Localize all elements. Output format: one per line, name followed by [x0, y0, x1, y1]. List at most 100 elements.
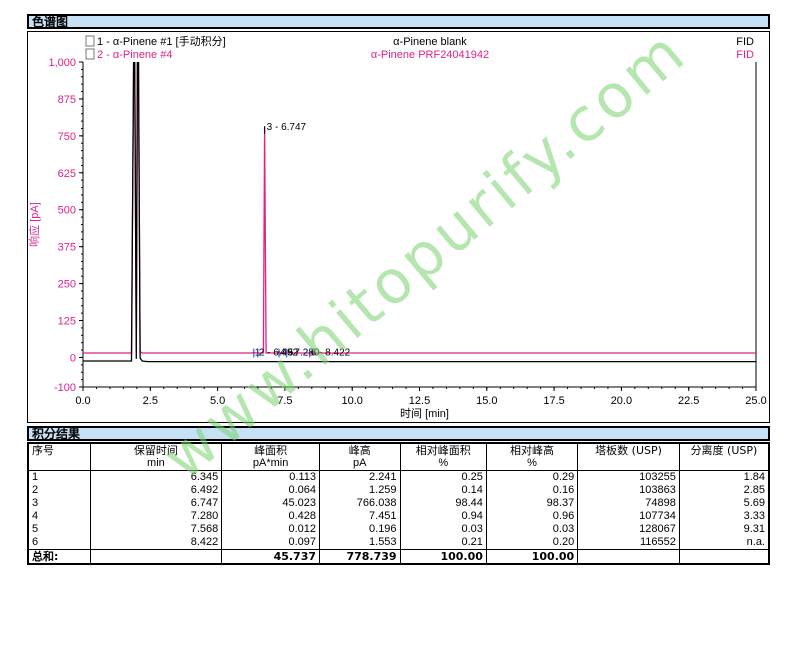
column-unit-6	[577, 457, 680, 471]
table-row: 2 6.492 0.064 1.259 0.14 0.16 103863 2.85	[27, 484, 770, 497]
column-header-6: 塔板数 (USP)	[577, 443, 680, 457]
column-unit-2: pA*min	[221, 457, 321, 471]
column-unit-5: %	[485, 457, 579, 471]
table-cell: 1.259	[319, 484, 401, 497]
legend-series-name-1: 1 - α-Pinene #1 [手动积分]	[97, 34, 226, 48]
table-cell: 1.84	[678, 470, 770, 484]
y-tick-label-9: 1,000	[48, 57, 76, 69]
column-unit-0	[27, 457, 91, 471]
table-row: 5 7.568 0.012 0.196 0.03 0.03 128067 9.31	[27, 523, 770, 536]
table-total-row: 总和: 45.737 778.739 100.00 100.00	[27, 549, 770, 565]
table-cell: 0.14	[399, 484, 487, 497]
table-row: 4 7.280 0.428 7.451 0.94 0.96 107734 3.33	[27, 510, 770, 523]
total-cell	[678, 549, 770, 565]
legend-sample-name-2: α-Pinene PRF24041942	[371, 49, 489, 61]
table-cell: 0.94	[399, 510, 487, 523]
table-cell: n.a.	[678, 536, 770, 550]
y-tick-label-2: 125	[58, 316, 76, 328]
table-row: 6 8.422 0.097 1.553 0.21 0.20 116552 n.a.	[27, 536, 770, 550]
column-header-5: 相对峰高	[485, 443, 579, 457]
table-cell: 6.747	[89, 497, 223, 510]
peak-label-5: 5	[288, 348, 294, 359]
table-row: 3 6.747 45.023 766.038 98.44 98.37 74898 5.69	[27, 497, 770, 510]
total-cell: 45.737	[221, 549, 321, 565]
table-cell: 4	[27, 510, 91, 523]
series-line-2	[83, 62, 756, 354]
y-tick-label-4: 375	[58, 242, 76, 254]
x-axis-label: 时间 [min]	[400, 407, 449, 420]
table-cell: 2	[27, 484, 91, 497]
column-header-0: 序号	[27, 443, 91, 457]
column-header-2: 峰面积	[221, 443, 321, 457]
table-cell: 0.196	[319, 523, 401, 536]
table-cell: 8.422	[89, 536, 223, 550]
column-header-7: 分离度 (USP)	[678, 443, 770, 457]
results-section-title: 积分结果	[27, 426, 770, 441]
table-header-row: 序号 保留时间 峰面积 峰高 相对峰面积 相对峰高 塔板数 (USP) 分离度 (USP)	[27, 443, 770, 457]
table-cell: 0.012	[221, 523, 321, 536]
total-cell	[577, 549, 680, 565]
column-header-1: 保留时间	[89, 443, 223, 457]
legend-series-name-2: 2 - α-Pinene #4	[97, 49, 172, 61]
table-cell: 128067	[577, 523, 680, 536]
series-line-1	[83, 62, 756, 363]
table-cell: 0.064	[221, 484, 321, 497]
table-cell: 3.33	[678, 510, 770, 523]
table-cell: 98.37	[485, 497, 579, 510]
column-unit-7	[678, 457, 770, 471]
x-tick-label-10: 25.0	[745, 395, 766, 407]
table-cell: 116552	[577, 536, 680, 550]
table-cell: 0.21	[399, 536, 487, 550]
x-tick-label-9: 22.5	[678, 395, 699, 407]
table-cell: 1.553	[319, 536, 401, 550]
y-tick-label-7: 750	[58, 131, 76, 143]
x-tick-label-0: 0.0	[75, 395, 90, 407]
x-tick-label-8: 20.0	[611, 395, 632, 407]
table-cell: 6	[27, 536, 91, 550]
table-cell: 0.96	[485, 510, 579, 523]
peak-label-1: 3 - 6.747	[267, 122, 307, 133]
y-tick-label-3: 250	[58, 279, 76, 291]
legend-icon-1	[85, 35, 95, 47]
integration-results-table: 序号 保留时间 峰面积 峰高 相对峰面积 相对峰高 塔板数 (USP) 分离度 (USP) m…	[27, 442, 770, 565]
x-tick-label-6: 15.0	[476, 395, 497, 407]
table-cell: 107734	[577, 510, 680, 523]
table-cell: 2.241	[319, 470, 401, 484]
table-cell: 9.31	[678, 523, 770, 536]
table-cell: 1	[27, 470, 91, 484]
table-cell: 0.20	[485, 536, 579, 550]
y-tick-label-5: 500	[58, 205, 76, 217]
table-cell: 7.568	[89, 523, 223, 536]
table-cell: 6.492	[89, 484, 223, 497]
table-cell: 0.113	[221, 470, 321, 484]
total-cell: 总和:	[27, 549, 91, 565]
table-cell: 0.097	[221, 536, 321, 550]
total-cell: 778.739	[319, 549, 401, 565]
chromatogram-chart: 1 - α-Pinene #1 [手动积分] α-Pinene blank FID 2…	[27, 34, 767, 420]
table-cell: 0.25	[399, 470, 487, 484]
table-cell: 3	[27, 497, 91, 510]
y-tick-label-1: 0	[70, 352, 76, 364]
table-row: 1 6.345 0.113 2.241 0.25 0.29 103255 1.84	[27, 470, 770, 484]
total-cell: 100.00	[399, 549, 487, 565]
table-cell: 7.451	[319, 510, 401, 523]
table-cell: 0.16	[485, 484, 579, 497]
column-unit-4: %	[399, 457, 487, 471]
x-tick-label-7: 17.5	[543, 395, 564, 407]
y-tick-label-8: 875	[58, 94, 76, 106]
table-units-row: min pA*min pA%%	[27, 457, 770, 471]
peak-label-6: 6 - 8.422	[311, 348, 351, 359]
table-cell: 103863	[577, 484, 680, 497]
y-tick-label-6: 625	[58, 168, 76, 180]
table-cell: 0.03	[399, 523, 487, 536]
legend-sample-name-1: α-Pinene blank	[393, 36, 467, 48]
table-cell: 7.280	[89, 510, 223, 523]
legend-detector-2: FID	[736, 49, 754, 61]
y-axis-label: 响应 [pA]	[27, 202, 41, 247]
table-cell: 0.03	[485, 523, 579, 536]
x-tick-label-2: 5.0	[210, 395, 225, 407]
table-cell: 45.023	[221, 497, 321, 510]
x-tick-label-4: 10.0	[341, 395, 362, 407]
table-cell: 5	[27, 523, 91, 536]
y-tick-label-0: -100	[54, 382, 76, 394]
